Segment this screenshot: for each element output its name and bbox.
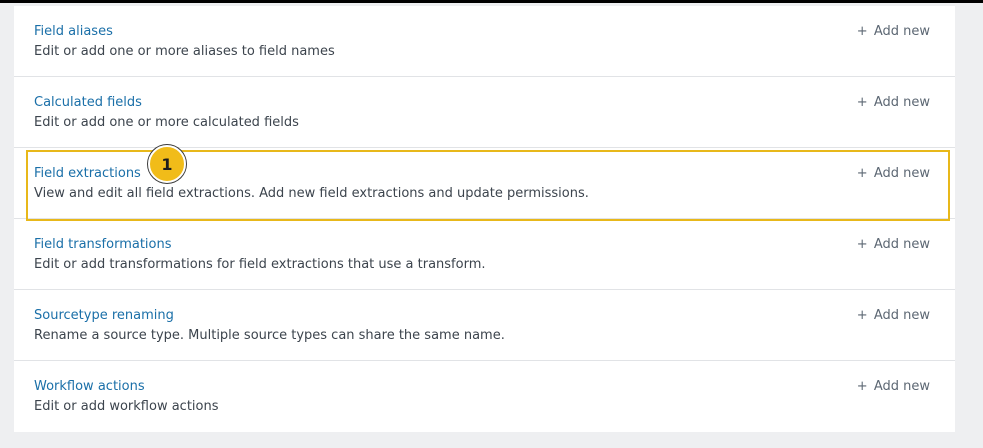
- sourcetype-renaming-link[interactable]: Sourcetype renaming: [34, 307, 174, 324]
- add-new-label: Add new: [873, 24, 930, 39]
- field-transformations-add-new-button[interactable]: + Add new: [857, 236, 930, 253]
- list-item-sourcetype-renaming: Sourcetype renaming Rename a source type…: [14, 290, 955, 361]
- plus-icon: +: [856, 308, 868, 323]
- field-aliases-add-new-button[interactable]: + Add new: [857, 23, 930, 40]
- plus-icon: +: [856, 237, 868, 252]
- add-new-label: Add new: [873, 379, 930, 394]
- workflow-actions-link[interactable]: Workflow actions: [34, 378, 145, 395]
- workflow-actions-description: Edit or add workflow actions: [34, 399, 219, 414]
- fields-settings-list: Field aliases Edit or add one or more al…: [14, 6, 955, 432]
- field-extractions-add-new-button[interactable]: + Add new: [857, 165, 930, 182]
- calculated-fields-add-new-button[interactable]: + Add new: [857, 94, 930, 111]
- add-new-label: Add new: [873, 237, 930, 252]
- field-aliases-description: Edit or add one or more aliases to field…: [34, 44, 335, 59]
- plus-icon: +: [856, 95, 868, 110]
- plus-icon: +: [856, 379, 868, 394]
- field-aliases-link[interactable]: Field aliases: [34, 23, 113, 40]
- list-item-workflow-actions: Workflow actions Edit or add workflow ac…: [14, 361, 955, 432]
- plus-icon: +: [856, 24, 868, 39]
- plus-icon: +: [856, 166, 868, 181]
- sourcetype-renaming-add-new-button[interactable]: + Add new: [857, 307, 930, 324]
- add-new-label: Add new: [873, 166, 930, 181]
- field-extractions-link[interactable]: Field extractions: [34, 165, 141, 182]
- workflow-actions-add-new-button[interactable]: + Add new: [857, 378, 930, 395]
- field-transformations-description: Edit or add transformations for field ex…: [34, 257, 486, 272]
- step-number-badge: 1: [148, 145, 186, 183]
- list-item-field-transformations: Field transformations Edit or add transf…: [14, 219, 955, 290]
- add-new-label: Add new: [873, 308, 930, 323]
- field-extractions-description: View and edit all field extractions. Add…: [34, 186, 589, 201]
- list-item-calculated-fields: Calculated fields Edit or add one or mor…: [14, 77, 955, 148]
- list-item-field-aliases: Field aliases Edit or add one or more al…: [14, 6, 955, 77]
- calculated-fields-description: Edit or add one or more calculated field…: [34, 115, 299, 130]
- sourcetype-renaming-description: Rename a source type. Multiple source ty…: [34, 328, 505, 343]
- add-new-label: Add new: [873, 95, 930, 110]
- top-border: [0, 0, 983, 3]
- calculated-fields-link[interactable]: Calculated fields: [34, 94, 142, 111]
- field-transformations-link[interactable]: Field transformations: [34, 236, 172, 253]
